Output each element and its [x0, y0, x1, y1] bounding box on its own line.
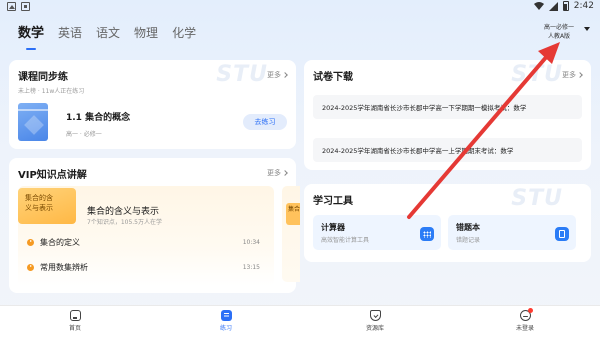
calculator-icon	[420, 227, 434, 241]
vip-next-tag: 集合	[286, 203, 300, 225]
tool-desc: 错题记录	[456, 237, 481, 244]
chevron-right-icon	[282, 72, 288, 78]
subject-tabs: 数学 英语 语文 物理 化学	[18, 22, 196, 41]
exam-more-label: 更多	[562, 71, 576, 79]
tab-english[interactable]: 英语	[58, 24, 82, 41]
go-practice-button[interactable]: 去练习	[243, 114, 287, 130]
tool-desc: 高效智能计算工具	[321, 237, 370, 244]
nav-practice[interactable]: 练习	[196, 305, 256, 337]
tools-card-title: 学习工具	[313, 196, 353, 207]
vip-tag-line1: 集合的含	[25, 194, 53, 202]
vip-lesson-time: 10:34	[242, 238, 260, 246]
exam-item[interactable]: 2024-2025学年湖南省长沙市长郡中学高一上学期期末考试：数学	[313, 138, 582, 162]
tab-chemistry[interactable]: 化学	[172, 24, 196, 41]
signal-icon	[548, 1, 558, 11]
battery-icon	[562, 1, 569, 11]
nav-home[interactable]: 首页	[45, 305, 105, 337]
course-practice-card: STU 课程同步练 更多 未上榜 · 11w人正在练习 1.1 集合的概念 高一…	[9, 60, 296, 149]
course-meta: 未上榜 · 11w人正在练习	[18, 88, 85, 95]
lesson-title[interactable]: 1.1 集合的概念	[66, 110, 130, 123]
tab-chinese[interactable]: 语文	[96, 24, 120, 41]
exam-more-link[interactable]: 更多	[562, 70, 583, 80]
vip-topic-tag[interactable]: 集合的含 义与表示	[18, 188, 76, 224]
card-watermark: STU	[216, 62, 268, 87]
vip-topic-title[interactable]: 集合的含义与表示	[87, 204, 159, 217]
vip-next-panel[interactable]	[282, 186, 300, 282]
resource-icon	[369, 310, 381, 321]
notebook-icon	[555, 227, 569, 241]
status-bar: 2:42	[0, 0, 600, 14]
download-icon	[21, 2, 30, 11]
card-watermark: STU	[511, 186, 563, 211]
lesson-subtitle: 高一 · 必修一	[66, 131, 102, 138]
home-icon	[69, 310, 81, 321]
status-time: 2:42	[573, 1, 594, 11]
course-more-label: 更多	[267, 71, 281, 79]
nav-label: 练习	[219, 325, 232, 332]
user-icon	[519, 308, 533, 321]
vip-lesson-time: 13:15	[242, 263, 260, 271]
textbook-edition: 人教A版	[547, 33, 571, 40]
exam-item[interactable]: 2024-2025学年湖南省长沙市长郡中学高一下学期期一模拟考试：数学	[313, 95, 582, 119]
vip-topic-meta: 7个知识点，105.5万人在学	[87, 219, 162, 226]
chevron-right-icon	[282, 170, 288, 176]
vip-lesson-label: 常用数集辨析	[40, 262, 88, 272]
vip-tag-line2: 义与表示	[25, 204, 53, 212]
wifi-icon	[533, 2, 544, 10]
tool-name: 计算器	[321, 223, 345, 232]
tool-name: 错题本	[456, 223, 480, 232]
textbook-selector[interactable]: 高一必修一 人教A版	[544, 23, 574, 41]
calculator-tool[interactable]: 计算器 高效智能计算工具	[313, 215, 441, 250]
course-card-title: 课程同步练	[18, 72, 68, 83]
practice-icon	[220, 310, 232, 321]
status-left-icons	[7, 2, 30, 11]
vip-lesson-label: 集合的定义	[40, 237, 80, 247]
nav-resource[interactable]: 资源库	[345, 305, 405, 337]
nav-user[interactable]: 未登录	[495, 305, 555, 337]
play-icon	[27, 238, 34, 246]
exam-card-title: 试卷下载	[313, 72, 353, 83]
tab-physics[interactable]: 物理	[134, 24, 158, 41]
vip-more-label: 更多	[267, 169, 281, 177]
vip-lesson-row[interactable]: 集合的定义 10:34	[27, 236, 260, 248]
caret-down-icon[interactable]	[584, 27, 590, 31]
tab-math[interactable]: 数学	[18, 22, 44, 41]
exam-download-card: STU 试卷下载 更多 2024-2025学年湖南省长沙市长郡中学高一下学期期一…	[304, 60, 591, 170]
vip-card-title: VIP知识点讲解	[18, 170, 87, 181]
play-icon	[27, 263, 34, 271]
vip-more-link[interactable]: 更多	[267, 168, 288, 178]
card-watermark: STU	[511, 62, 563, 87]
nav-label: 未登录	[515, 325, 534, 332]
nav-label: 首页	[68, 325, 81, 332]
chevron-right-icon	[577, 72, 583, 78]
notification-dot	[527, 308, 533, 313]
photo-icon	[7, 2, 16, 11]
book-cover[interactable]	[18, 103, 48, 141]
vip-lesson-row[interactable]: 常用数集辨析 13:15	[27, 261, 260, 273]
course-more-link[interactable]: 更多	[267, 70, 288, 80]
nav-label: 资源库	[365, 325, 384, 332]
status-right: 2:42	[533, 1, 594, 11]
mistake-notebook-tool[interactable]: 错题本 错题记录	[448, 215, 576, 250]
textbook-grade: 高一必修一	[543, 24, 574, 31]
